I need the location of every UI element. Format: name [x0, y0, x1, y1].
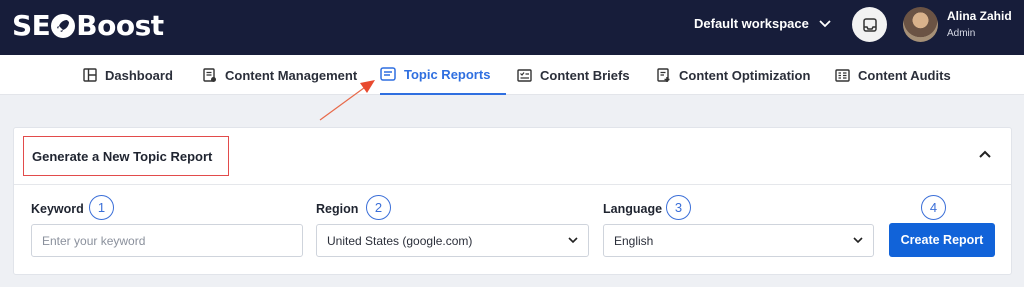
- language-label: Language: [603, 202, 663, 216]
- content-audits-icon: [835, 68, 850, 82]
- user-name: Alina Zahid: [947, 9, 1012, 23]
- chevron-down-icon: [819, 19, 831, 27]
- inbox-icon: [862, 17, 877, 32]
- step-marker-1: 1: [89, 195, 114, 220]
- keyword-label: Keyword: [31, 202, 84, 216]
- annotation-arrow-icon: [319, 80, 375, 121]
- workspace-selector[interactable]: Default workspace: [694, 16, 831, 31]
- nav-item-content-audits[interactable]: Content Audits: [835, 55, 951, 95]
- keyword-input[interactable]: Enter your keyword: [31, 224, 303, 257]
- generate-topic-report-card: Generate a New Topic Report Keyword 1 En…: [13, 127, 1012, 275]
- language-select[interactable]: English: [603, 224, 874, 257]
- nav-item-content-optimization[interactable]: Content Optimization: [657, 55, 810, 95]
- main-nav: Dashboard Content Management Topic Repor…: [0, 55, 1024, 95]
- keyword-placeholder: Enter your keyword: [42, 233, 146, 248]
- nav-label: Content Optimization: [679, 67, 811, 83]
- nav-item-content-briefs[interactable]: Content Briefs: [517, 55, 630, 95]
- create-report-label: Create Report: [900, 233, 984, 247]
- region-select[interactable]: United States (google.com): [316, 224, 589, 257]
- chevron-up-icon[interactable]: [979, 150, 991, 158]
- dashboard-icon: [83, 68, 97, 82]
- create-report-button[interactable]: Create Report: [889, 223, 995, 257]
- card-title-highlight: Generate a New Topic Report: [23, 136, 229, 176]
- nav-label: Content Audits: [858, 67, 951, 83]
- card-header: Generate a New Topic Report: [14, 128, 1011, 185]
- region-value: United States (google.com): [327, 233, 473, 248]
- content-management-icon: [203, 67, 216, 82]
- inbox-button[interactable]: [852, 7, 887, 42]
- nav-item-topic-reports[interactable]: Topic Reports: [380, 55, 507, 95]
- content-briefs-icon: [517, 68, 532, 82]
- user-role: Admin: [947, 28, 976, 39]
- user-avatar[interactable]: [903, 7, 938, 42]
- nav-label: Topic Reports: [404, 66, 491, 82]
- region-label: Region: [316, 202, 359, 216]
- language-value: English: [614, 233, 654, 248]
- top-bar: SE Boost Default workspace Alina Zahid A…: [0, 0, 1024, 55]
- logo-text-suffix: Boost: [76, 9, 164, 42]
- card-title: Generate a New Topic Report: [32, 148, 213, 164]
- step-marker-2: 2: [366, 195, 391, 220]
- step-marker-4: 4: [921, 195, 946, 220]
- workspace-label: Default workspace: [694, 16, 809, 31]
- logo-text-prefix: SE: [12, 9, 51, 42]
- nav-item-dashboard[interactable]: Dashboard: [83, 55, 173, 95]
- nav-label: Dashboard: [105, 67, 173, 83]
- nav-label: Content Briefs: [540, 67, 630, 83]
- step-marker-3: 3: [666, 195, 691, 220]
- chevron-down-icon: [568, 237, 578, 244]
- content-optimization-icon: [657, 67, 670, 82]
- chevron-down-icon: [853, 237, 863, 244]
- app-logo[interactable]: SE Boost: [12, 9, 164, 42]
- rocket-icon: [51, 13, 76, 38]
